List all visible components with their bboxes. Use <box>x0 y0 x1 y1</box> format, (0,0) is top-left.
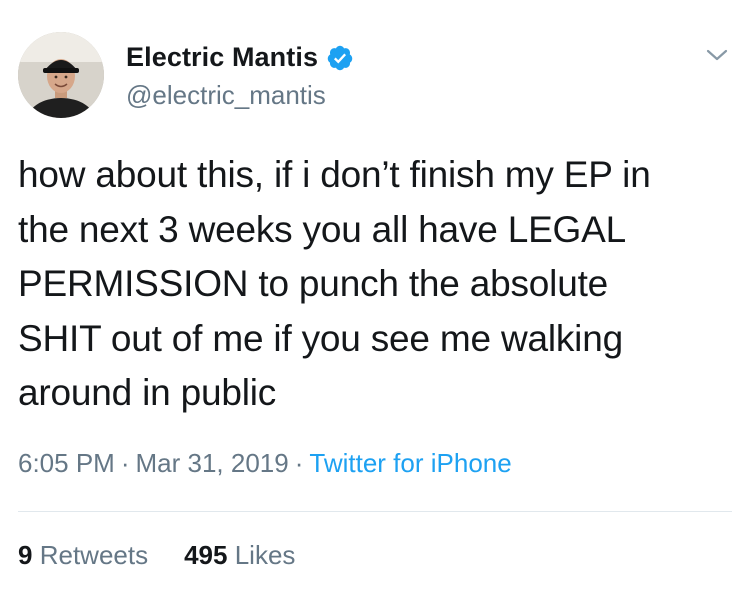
tweet-menu-button[interactable] <box>702 40 732 70</box>
meta-separator: · <box>294 448 304 478</box>
verified-badge-icon <box>326 44 354 72</box>
display-name[interactable]: Electric Mantis <box>126 42 318 73</box>
tweet-meta: 6:05 PM · Mar 31, 2019 · Twitter for iPhone <box>18 448 512 479</box>
author-name-row[interactable]: Electric Mantis <box>126 42 354 73</box>
likes-label: Likes <box>234 540 296 570</box>
chevron-down-icon <box>706 49 728 61</box>
retweets-count: 9 <box>18 540 33 570</box>
username-handle[interactable]: @electric_mantis <box>126 80 326 111</box>
tweet-text: how about this, if i don’t finish my EP … <box>18 154 651 413</box>
avatar[interactable] <box>18 32 104 118</box>
retweets-label: Retweets <box>39 540 149 570</box>
tweet-date[interactable]: Mar 31, 2019 <box>136 448 289 478</box>
retweets-stat[interactable]: 9 Retweets <box>18 540 148 571</box>
divider <box>18 511 732 512</box>
tweet-source-link[interactable]: Twitter for iPhone <box>309 448 511 478</box>
engagement-stats: 9 Retweets 495 Likes <box>18 540 295 571</box>
profile-photo <box>18 32 104 118</box>
likes-count: 495 <box>184 540 228 570</box>
likes-stat[interactable]: 495 Likes <box>184 540 295 571</box>
meta-separator: · <box>120 448 130 478</box>
tweet-time[interactable]: 6:05 PM <box>18 448 115 478</box>
